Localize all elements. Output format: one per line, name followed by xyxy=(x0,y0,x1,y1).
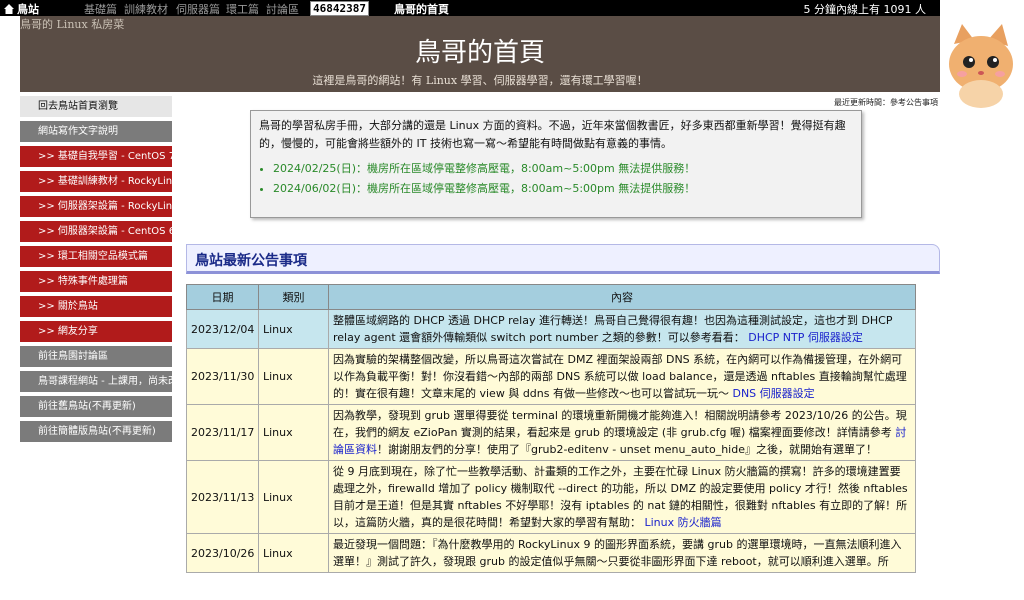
row-date: 2023/11/17 xyxy=(186,404,259,461)
row-kind: Linux xyxy=(258,348,329,405)
row-date: 2023/11/30 xyxy=(186,348,259,405)
sidebar-item-training-rocky[interactable]: >> 基礎訓練教材 - RockyLinux xyxy=(20,171,172,192)
table-row: 2023/11/17 Linux 因為教學，發現到 grub 選單得要從 ter… xyxy=(186,404,916,461)
page-name: 鳥哥的首頁 xyxy=(394,3,449,16)
row-date: 2023/12/04 xyxy=(186,309,259,349)
row-kind: Linux xyxy=(258,404,329,461)
sidebar-item-server-centos6[interactable]: >> 伺服器架設篇 - CentOS 6 xyxy=(20,221,172,242)
section-header: 鳥站最新公告事項 xyxy=(186,244,940,274)
top-bar: 鳥站 基礎篇 訓練教材 伺服器篇 環工篇 討論區 46842387 鳥哥的首頁 … xyxy=(0,0,940,16)
last-updated: 最近更新時間：參考公告事項 xyxy=(834,98,938,107)
row-link[interactable]: Linux 防火牆篇 xyxy=(645,516,722,529)
row-date: 2023/11/13 xyxy=(186,460,259,534)
online-count: 5 分鐘內線上有 1091 人 xyxy=(803,3,926,16)
nav-training[interactable]: 訓練教材 xyxy=(124,1,168,17)
home-icon xyxy=(4,4,14,14)
sidebar-item-writing[interactable]: 網站寫作文字說明 xyxy=(20,121,172,142)
sidebar-item-old-site[interactable]: 前往舊鳥站(不再更新) xyxy=(20,396,172,417)
sidebar-item-simplified[interactable]: 前往簡體版鳥站(不再更新) xyxy=(20,421,172,442)
announcement-table-wrap: 日期 類別 內容 2023/12/04 Linux 整體區域網路的 DHCP 透… xyxy=(186,284,916,573)
nav-env[interactable]: 環工篇 xyxy=(226,1,259,17)
header-date: 日期 xyxy=(186,284,259,310)
row-content: 因為教學，發現到 grub 選單得要從 terminal 的環境重新開機才能夠進… xyxy=(328,404,916,461)
cat-mascot-icon xyxy=(949,24,1013,108)
sidebar-item-basic-centos7[interactable]: >> 基礎自我學習 - CentOS 7 xyxy=(20,146,172,167)
header-kind: 類別 xyxy=(258,284,329,310)
notice-text: 鳥哥的學習私房手冊，大部分講的還是 Linux 方面的資料。不過，近年來當個教書… xyxy=(259,119,846,150)
page-title: 鳥哥的首頁 xyxy=(414,38,545,68)
nav-forum[interactable]: 討論區 xyxy=(266,1,299,17)
row-kind: Linux xyxy=(258,533,329,573)
table-row: 2023/11/13 Linux 從 9 月底到現在，除了忙一些教學活動、計畫類… xyxy=(186,460,916,534)
row-content: 從 9 月底到現在，除了忙一些教學活動、計畫類的工作之外，主要在忙碌 Linux… xyxy=(328,460,916,534)
sidebar-item-course[interactable]: 鳥哥課程網站 - 上課用，尚未改 xyxy=(20,371,172,392)
row-date: 2023/10/26 xyxy=(186,533,259,573)
visit-counter: 46842387 xyxy=(310,1,369,16)
sidebar-item-special[interactable]: >> 特殊事件處理篇 xyxy=(20,271,172,292)
notice-item: 2024/02/25(日)：機房所在區域停電整修高壓電，8:00am~5:00p… xyxy=(273,159,861,179)
row-content: 因為實驗的架構整個改變，所以鳥哥這次嘗試在 DMZ 裡面架設兩部 DNS 系統，… xyxy=(328,348,916,405)
row-content: 最近發現一個問題：『為什麼教學用的 RockyLinux 9 的圖形界面系統，要… xyxy=(328,533,916,573)
section-title: 鳥站最新公告事項 xyxy=(195,253,307,269)
row-link[interactable]: DNS 伺服器設定 xyxy=(732,387,814,400)
row-kind: Linux xyxy=(258,460,329,534)
table-header-row: 日期 類別 內容 xyxy=(186,284,916,310)
sidebar-item-forum[interactable]: 前往鳥園討論區 xyxy=(20,346,172,367)
table-row: 2023/10/26 Linux 最近發現一個問題：『為什麼教學用的 Rocky… xyxy=(186,533,916,573)
table-row: 2023/12/04 Linux 整體區域網路的 DHCP 透過 DHCP re… xyxy=(186,309,916,349)
sidebar-item-home[interactable]: 回去鳥站首頁瀏覽 xyxy=(20,96,172,117)
home-link[interactable]: 鳥站 xyxy=(4,1,39,17)
page-subtitle: 這裡是鳥哥的網站！有 Linux 學習、伺服器學習，還有環工學習喔！ xyxy=(312,74,648,87)
site-header: 鳥哥的 Linux 私房菜 鳥哥的首頁 這裡是鳥哥的網站！有 Linux 學習、… xyxy=(20,16,940,92)
sidebar-item-about[interactable]: >> 關於鳥站 xyxy=(20,296,172,317)
nav-basic[interactable]: 基礎篇 xyxy=(84,1,117,17)
row-link[interactable]: DHCP NTP 伺服器設定 xyxy=(748,331,863,344)
notice-item: 2024/06/02(日)：機房所在區域停電整修高壓電，8:00am~5:00p… xyxy=(273,179,861,199)
row-kind: Linux xyxy=(258,309,329,349)
table-row: 2023/11/30 Linux 因為實驗的架構整個改變，所以鳥哥這次嘗試在 D… xyxy=(186,348,916,405)
sidebar-item-server-rocky[interactable]: >> 伺服器架設篇 - RockyLinux xyxy=(20,196,172,217)
sidebar: 回去鳥站首頁瀏覽 網站寫作文字說明 >> 基礎自我學習 - CentOS 7 >… xyxy=(20,96,172,446)
notice-list: 2024/02/25(日)：機房所在區域停電整修高壓電，8:00am~5:00p… xyxy=(273,159,861,199)
notice-box: 鳥哥的學習私房手冊，大部分講的還是 Linux 方面的資料。不過，近年來當個教書… xyxy=(250,110,862,218)
announcement-table: 日期 類別 內容 2023/12/04 Linux 整體區域網路的 DHCP 透… xyxy=(186,284,916,573)
sidebar-item-share[interactable]: >> 網友分享 xyxy=(20,321,172,342)
site-name: 鳥哥的 Linux 私房菜 xyxy=(20,18,125,31)
sidebar-item-env[interactable]: >> 環工相關空品模式篇 xyxy=(20,246,172,267)
row-content: 整體區域網路的 DHCP 透過 DHCP relay 進行轉送！鳥哥自己覺得很有… xyxy=(328,309,916,349)
header-content: 內容 xyxy=(328,284,916,310)
nav-server[interactable]: 伺服器篇 xyxy=(176,1,220,17)
